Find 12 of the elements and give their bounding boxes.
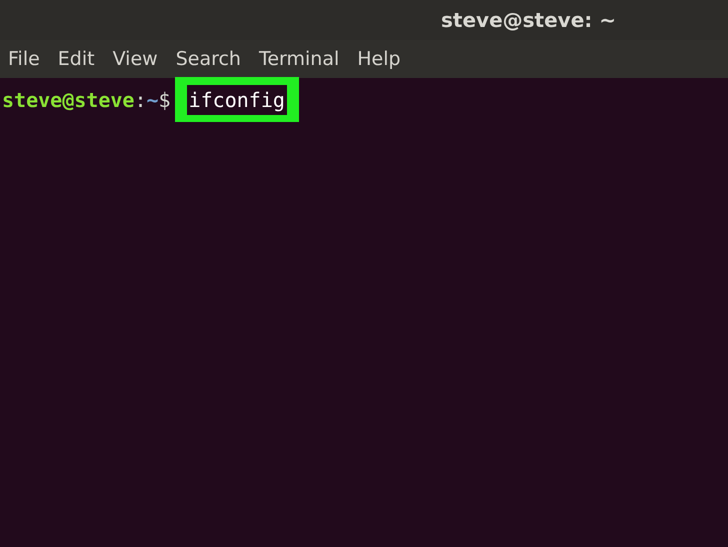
menu-item[interactable]: File bbox=[8, 44, 40, 74]
command-text: ifconfig bbox=[186, 85, 287, 115]
prompt-path: ~ bbox=[146, 87, 159, 114]
menu-item[interactable]: Help bbox=[357, 44, 401, 74]
menu-item[interactable]: Edit bbox=[58, 44, 95, 74]
prompt-symbol: $ bbox=[158, 87, 171, 114]
menu-item[interactable]: Terminal bbox=[258, 44, 340, 74]
menu-item[interactable]: View bbox=[112, 44, 158, 74]
prompt-separator: : bbox=[134, 87, 146, 114]
window-title: steve@steve: ~ bbox=[441, 7, 616, 34]
menu-item[interactable]: Search bbox=[176, 44, 241, 74]
prompt-user-host: steve@steve bbox=[2, 87, 134, 114]
